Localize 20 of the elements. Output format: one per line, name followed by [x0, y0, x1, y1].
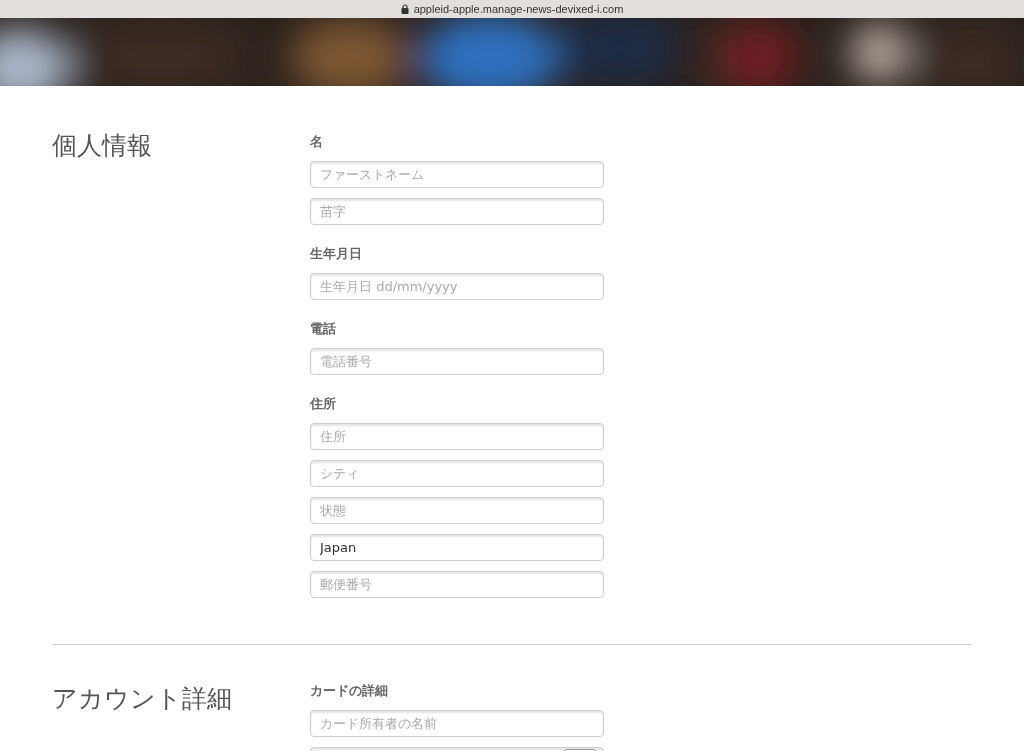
input-field[interactable]: 郵便番号 — [310, 571, 604, 598]
input-field[interactable]: 状態 — [310, 497, 604, 524]
section-title: 個人情報 — [52, 130, 153, 162]
url-text: appleid-apple.manage-news-devixed-i.com — [413, 3, 624, 15]
input-field[interactable]: 電話番号 — [310, 348, 604, 375]
field-label: 電話 — [310, 321, 337, 337]
input-field[interactable]: Japan — [310, 534, 604, 561]
address-bar[interactable]: appleid-apple.manage-news-devixed-i.com — [0, 0, 1024, 18]
field-label: カードの詳細 — [310, 683, 389, 699]
section-title: アカウント詳細 — [52, 683, 233, 715]
field-label: 住所 — [310, 396, 337, 412]
input-field[interactable]: 苗字 — [310, 198, 604, 225]
input-field[interactable]: カード所有者の名前 — [310, 710, 604, 737]
input-field[interactable]: 住所 — [310, 423, 604, 450]
input-field[interactable]: ファーストネーム — [310, 161, 604, 188]
field-label: 生年月日 — [310, 246, 363, 262]
field-label: 名 — [310, 134, 324, 150]
input-field[interactable]: シティ — [310, 460, 604, 487]
lock-icon — [400, 4, 409, 14]
input-field[interactable]: 生年月日 dd/mm/yyyy — [310, 273, 604, 300]
